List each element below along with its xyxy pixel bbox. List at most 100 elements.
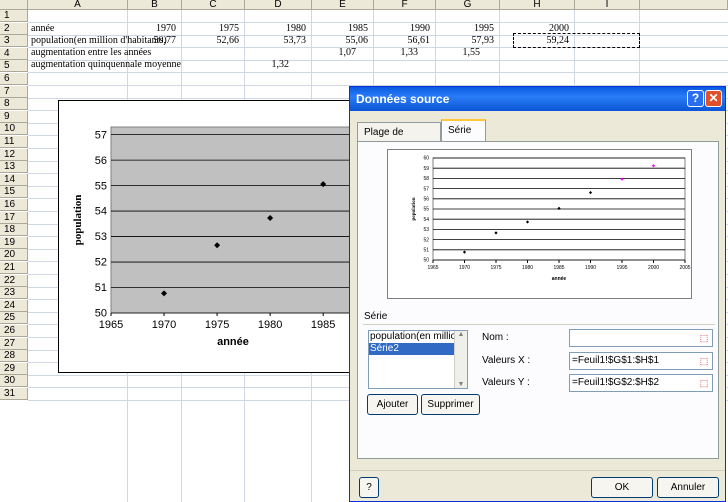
divider <box>363 324 715 325</box>
cell-A4[interactable]: augmentation quinquennale moyenne <box>31 59 181 71</box>
row-header[interactable]: 29 <box>0 362 28 375</box>
column-header[interactable]: E <box>312 0 374 10</box>
row-header[interactable]: 5 <box>0 60 28 73</box>
series-listbox[interactable]: population(en million Série2 ▲ ▼ <box>368 330 468 389</box>
x-tick-label: 2005 <box>679 265 690 271</box>
row-header[interactable]: 25 <box>0 312 28 325</box>
y-tick-label: 54 <box>95 206 107 218</box>
row-header[interactable]: 21 <box>0 262 28 274</box>
row-header[interactable]: 7 <box>0 85 28 98</box>
row-header[interactable]: 26 <box>0 325 28 337</box>
cell-A3[interactable]: augmentation entre les années <box>31 47 151 59</box>
row-header[interactable]: 20 <box>0 249 28 262</box>
row-header[interactable]: 31 <box>0 388 28 400</box>
cell-E1[interactable]: 1985 <box>312 23 368 35</box>
dialog-titlebar[interactable]: Données source <box>350 87 725 111</box>
column-header[interactable]: C <box>182 0 245 10</box>
row-header[interactable]: 8 <box>0 98 28 111</box>
add-series-button[interactable]: Ajouter <box>367 394 418 415</box>
source-data-dialog[interactable]: Données source ? ✕ Plage de données Séri… <box>349 86 726 502</box>
cell-D3[interactable]: 1,07 <box>312 47 357 59</box>
row-header[interactable]: 11 <box>0 136 28 148</box>
scroll-down-icon[interactable]: ▼ <box>455 381 467 388</box>
column-header[interactable]: A <box>28 0 128 10</box>
valeurs-x-field[interactable]: =Feuil1!$G$1:$H$1 ⬚ <box>569 352 713 370</box>
cell-E3[interactable]: 1,33 <box>374 47 419 59</box>
x-tick-label: 1970 <box>152 319 176 331</box>
row-header[interactable]: 30 <box>0 375 28 388</box>
series-item-1[interactable]: population(en million <box>369 331 456 343</box>
row-header[interactable]: 23 <box>0 287 28 300</box>
cell-C1[interactable]: 1975 <box>182 23 239 35</box>
row-header[interactable]: 4 <box>0 47 28 60</box>
cell-B2[interactable]: 50,77 <box>128 35 177 47</box>
cell-C2[interactable]: 52,66 <box>182 35 240 47</box>
cell-B1[interactable]: 1970 <box>128 23 176 35</box>
row-header[interactable]: 15 <box>0 186 28 199</box>
valeurs-y-label: Valeurs Y : <box>482 377 530 388</box>
cell-D2[interactable]: 53,73 <box>245 35 307 47</box>
scroll-up-icon[interactable]: ▲ <box>455 331 467 338</box>
column-header[interactable]: F <box>374 0 436 10</box>
row-header[interactable]: 18 <box>0 224 28 237</box>
row-header[interactable]: 28 <box>0 350 28 363</box>
column-header[interactable]: G <box>436 0 500 10</box>
row-header[interactable]: 1 <box>0 10 28 22</box>
y-tick-label: 51 <box>95 282 107 294</box>
listbox-scrollbar[interactable]: ▲ ▼ <box>454 331 467 388</box>
tab-serie[interactable]: Série <box>441 119 486 142</box>
row-gridline <box>28 72 728 74</box>
y-tick-label: 54 <box>423 217 429 223</box>
help-button[interactable]: ? <box>359 477 379 498</box>
cancel-button[interactable]: Annuler <box>657 477 719 498</box>
row-header[interactable]: 27 <box>0 337 28 350</box>
column-header[interactable]: D <box>245 0 312 10</box>
row-header[interactable]: 6 <box>0 73 28 85</box>
dialog-title: Données source <box>356 92 450 106</box>
series-item-2[interactable]: Série2 <box>369 343 456 355</box>
embedded-chart[interactable]: 50 51 52 53 54 55 56 57 1965 1970 1975 1980 1985 anné… <box>58 100 358 373</box>
row-header[interactable]: 16 <box>0 199 28 211</box>
cell-D1[interactable]: 1980 <box>245 23 306 35</box>
row-header[interactable]: 10 <box>0 123 28 136</box>
cell-F3[interactable]: 1,55 <box>436 47 481 59</box>
row-header[interactable]: 2 <box>0 22 28 35</box>
y-tick-label: 53 <box>95 231 107 243</box>
valeurs-y-value: =Feuil1!$G$2:$H$2 <box>572 377 660 388</box>
range-select-icon[interactable]: ⬚ <box>697 354 711 368</box>
row-header[interactable]: 12 <box>0 148 28 161</box>
cell-F1[interactable]: 1990 <box>374 23 430 35</box>
scatter-chart-1: 50 51 52 53 54 55 56 57 1965 1970 1975 1980 1985 anné… <box>72 126 356 348</box>
row-header[interactable]: 9 <box>0 110 28 123</box>
select-all-corner[interactable] <box>0 0 28 10</box>
cell-A1[interactable]: année <box>31 23 54 35</box>
y-tick-label: 55 <box>95 180 107 192</box>
column-header[interactable]: H <box>500 0 575 10</box>
row-header[interactable]: 13 <box>0 161 28 174</box>
cell-F2[interactable]: 56,61 <box>374 35 431 47</box>
range-select-icon[interactable]: ⬚ <box>697 331 711 345</box>
cell-G1[interactable]: 1995 <box>436 23 494 35</box>
remove-series-button[interactable]: Supprimer <box>421 394 480 415</box>
row-header[interactable]: 24 <box>0 299 28 312</box>
ok-button[interactable]: OK <box>591 477 653 498</box>
row-header[interactable]: 22 <box>0 274 28 287</box>
row-header[interactable]: 14 <box>0 173 28 186</box>
row-header[interactable]: 3 <box>0 35 28 48</box>
cell-C4[interactable]: 1,32 <box>245 59 290 71</box>
cell-E2[interactable]: 55,06 <box>312 35 369 47</box>
row-header[interactable]: 19 <box>0 236 28 249</box>
column-header-empty[interactable] <box>640 0 728 10</box>
x-tick-label: 1965 <box>99 319 123 331</box>
column-header[interactable]: I <box>575 0 640 10</box>
close-button[interactable]: ✕ <box>705 90 722 107</box>
y-tick-label: 57 <box>423 186 429 192</box>
tab-plage-de-donnees[interactable]: Plage de données <box>357 122 441 158</box>
range-select-icon[interactable]: ⬚ <box>697 376 711 390</box>
help-title-button[interactable]: ? <box>687 90 704 107</box>
valeurs-y-field[interactable]: =Feuil1!$G$2:$H$2 ⬚ <box>569 374 713 392</box>
column-header[interactable]: B <box>128 0 182 10</box>
row-header[interactable]: 17 <box>0 211 28 224</box>
nom-field[interactable]: ⬚ <box>569 329 713 347</box>
cell-G2[interactable]: 57,93 <box>436 35 495 47</box>
